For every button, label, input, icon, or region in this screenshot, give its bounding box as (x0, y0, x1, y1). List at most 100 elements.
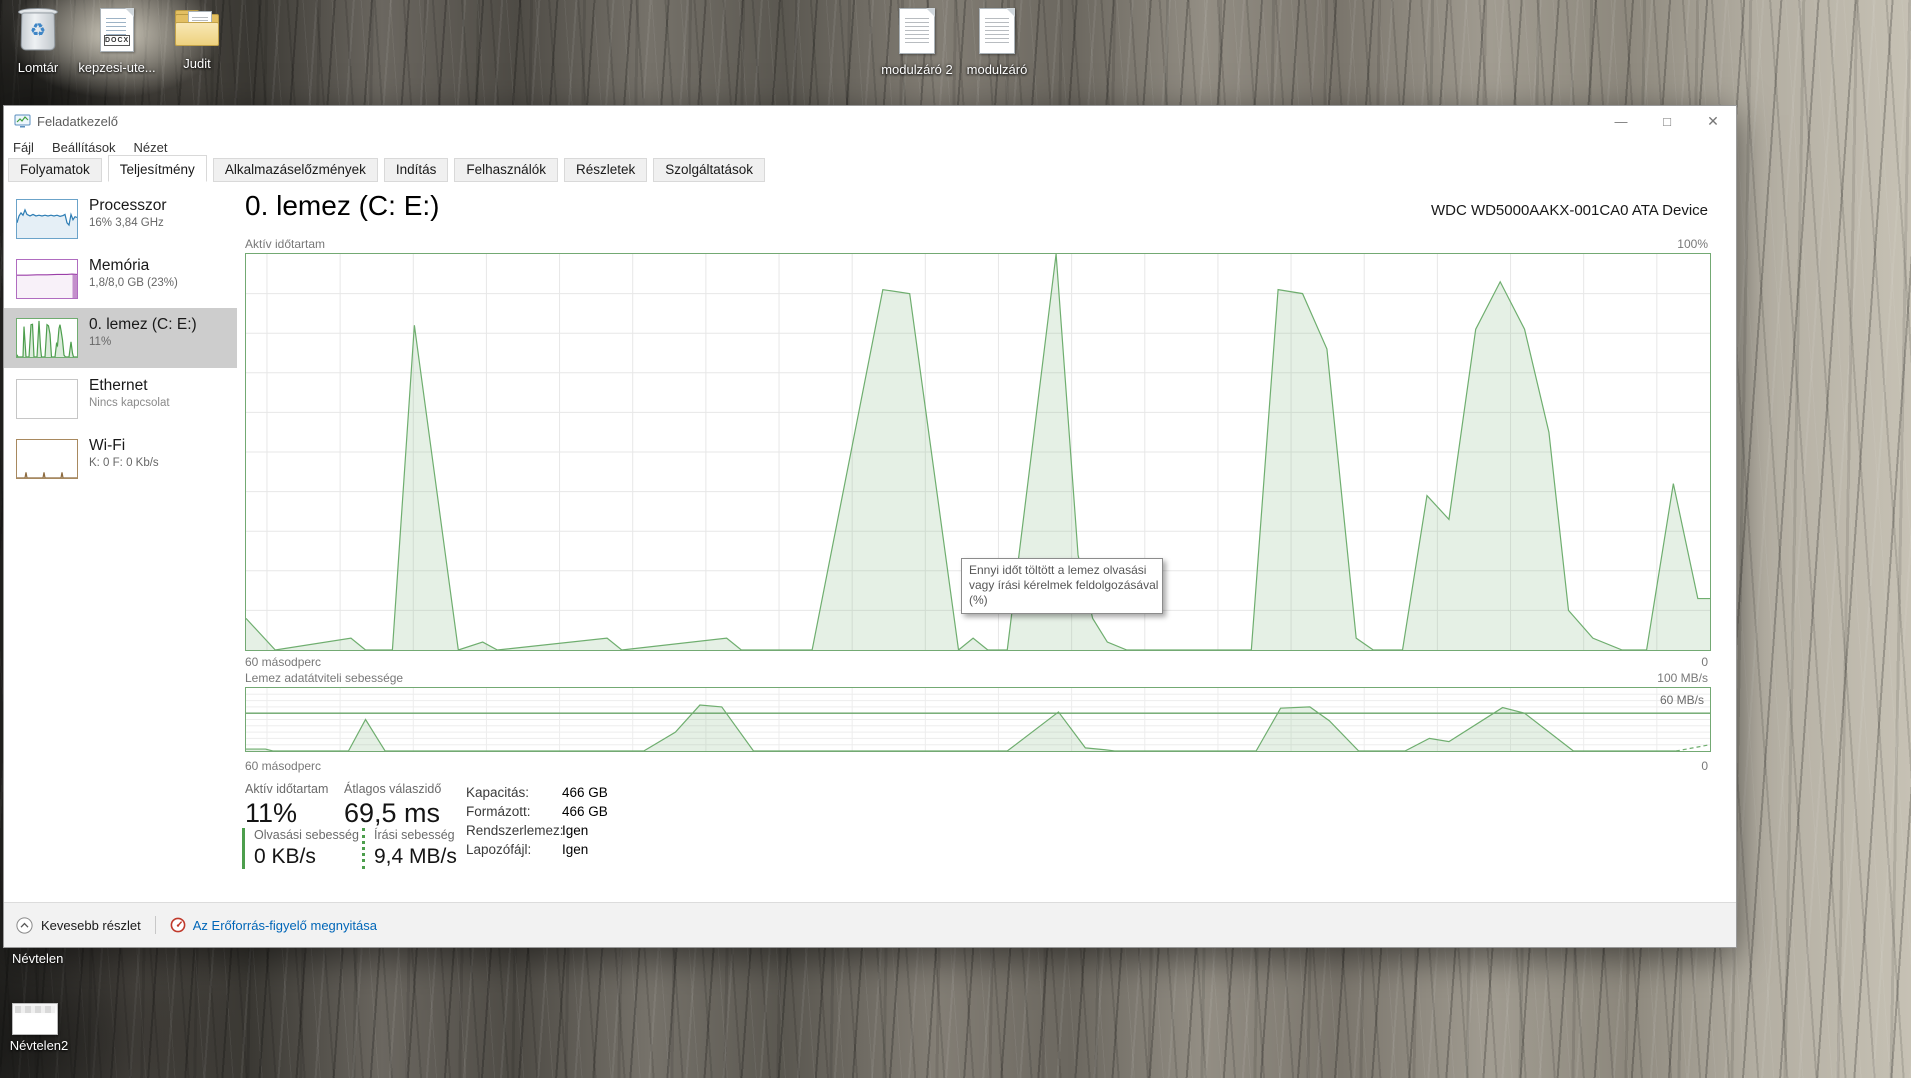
desktop-icon-label: modulzáró (966, 62, 1028, 77)
docx-badge: DOCX (104, 35, 130, 46)
footer-divider (154, 916, 156, 934)
menu-file[interactable]: Fájl (13, 140, 34, 155)
stat-value: 11% (245, 798, 298, 828)
sidebar-item-memory[interactable]: Memória 1,8/8,0 GB (23%) (4, 254, 237, 306)
disk-spark-chart (16, 318, 78, 358)
task-manager-window: Feladatkezelő — □ ✕ Fájl Beállítások Néz… (3, 105, 1737, 948)
chart2-x-right: 0 (1701, 759, 1708, 773)
desktop-icon-label-hidden[interactable]: Névtelen (12, 951, 63, 966)
memory-spark-chart (16, 259, 78, 299)
tab-processes[interactable]: Folyamatok (8, 158, 102, 182)
fewer-details-label: Kevesebb részlet (41, 917, 141, 933)
desktop-icon-folder-judit[interactable]: DOCX Judit (155, 10, 239, 71)
minimize-button[interactable]: — (1598, 106, 1644, 136)
desktop: { "desktop": { "icons": [ { "label": "Lo… (0, 0, 1911, 1078)
chart2-x-left: 60 másodperc (245, 759, 322, 773)
tab-users[interactable]: Felhasználók (454, 158, 558, 182)
maximize-button[interactable]: □ (1644, 106, 1690, 136)
stat-active-time: Aktív időtartam 11% (245, 782, 328, 829)
tab-app-history[interactable]: Alkalmazáselőzmények (212, 158, 378, 182)
fewer-details-button[interactable]: Kevesebb részlet (16, 916, 141, 934)
tab-bar: Folyamatok Teljesítmény Alkalmazáselőzmé… (8, 155, 771, 182)
menu-view[interactable]: Nézet (134, 140, 168, 155)
stat-read-speed: Olvasási sebesség 0 KB/s (242, 828, 359, 869)
chart2-label: Lemez adatátviteli sebessége (245, 671, 404, 685)
chart2-ref-label: 60 MB/s (1659, 693, 1704, 707)
kv-page-file: Lapozófájl: Igen (466, 842, 608, 857)
resource-monitor-icon (170, 917, 186, 933)
recycle-bin-icon: ♻ (17, 6, 59, 52)
tooltip-line: Ennyi időt töltött a lemez olvasási (969, 563, 1147, 577)
text-file-icon (979, 8, 1015, 54)
kv-capacity: Kapacitás: 466 GB (466, 785, 608, 800)
sidebar-item-title: Wi-Fi (89, 437, 126, 454)
chart1-label: Aktív időtartam (245, 237, 326, 251)
chart1-x-right: 0 (1701, 655, 1708, 669)
menu-options[interactable]: Beállítások (52, 140, 116, 155)
text-file-icon (899, 8, 935, 54)
transfer-rate-chart[interactable]: 60 MB/s (245, 687, 1711, 752)
desktop-icon-label: modulzáró 2 (881, 62, 953, 77)
chart-tooltip: Ennyi időt töltött a lemez olvasási vagy… (961, 558, 1163, 614)
window-title: Feladatkezelő (37, 113, 118, 129)
sidebar-item-wifi[interactable]: Wi-Fi K: 0 F: 0 Kb/s (4, 434, 237, 486)
device-name: WDC WD5000AAKX-001CA0 ATA Device (1430, 202, 1708, 219)
desktop-icon-docx[interactable]: DOCX kepzesi-ute... (75, 8, 159, 75)
image-thumbnail-icon (12, 1003, 58, 1035)
kv-value: 466 GB (562, 804, 608, 819)
kv-label: Kapacitás: (466, 785, 530, 800)
tooltip-line: (%) (969, 593, 988, 607)
sidebar-item-disk0[interactable]: 0. lemez (C: E:) 11% (4, 308, 237, 368)
disk-properties: Kapacitás: 466 GB Formázott: 466 GB Rend… (466, 785, 608, 861)
sidebar-item-subtitle: K: 0 F: 0 Kb/s (89, 457, 159, 469)
stat-value: 69,5 ms (344, 798, 441, 828)
cpu-spark-chart (16, 199, 78, 239)
kv-label: Rendszerlemez: (466, 823, 564, 838)
desktop-icon-modulzaro[interactable]: modulzáró (955, 8, 1039, 77)
kv-value: Igen (562, 823, 589, 838)
chevron-up-circle-icon (16, 916, 33, 934)
sidebar-item-title: Ethernet (89, 377, 148, 394)
stat-label: Olvasási sebesség (254, 828, 359, 842)
desktop-icon-label: Névtelen2 (9, 1038, 69, 1053)
task-manager-icon (14, 114, 31, 128)
stat-write-speed: Írási sebesség 9,4 MB/s (362, 828, 457, 869)
sidebar-item-subtitle: 11% (89, 336, 112, 348)
kv-label: Lapozófájl: (466, 842, 532, 857)
close-button[interactable]: ✕ (1690, 106, 1736, 136)
sidebar-item-ethernet[interactable]: Ethernet Nincs kapcsolat (4, 374, 237, 426)
desktop-icon-label: Judit (183, 56, 211, 71)
desktop-icon-nevtelen2[interactable]: Névtelen2 (4, 1003, 74, 1053)
titlebar[interactable]: Feladatkezelő — □ ✕ (4, 106, 1736, 136)
sidebar-item-subtitle: 16% 3,84 GHz (89, 217, 164, 229)
footer-bar: Kevesebb részlet Az Erőforrás-figyelő me… (4, 902, 1736, 947)
page-title: 0. lemez (C: E:) (245, 190, 440, 221)
folder-icon: DOCX (175, 10, 219, 48)
tab-details[interactable]: Részletek (563, 158, 648, 182)
tab-startup[interactable]: Indítás (383, 158, 449, 182)
kv-value: 466 GB (562, 785, 608, 800)
chart2-max-label: 100 MB/s (1657, 671, 1708, 685)
sidebar-item-cpu[interactable]: Processzor 16% 3,84 GHz (4, 194, 237, 246)
sidebar-item-title: Memória (89, 257, 150, 274)
open-resource-monitor-label: Az Erőforrás-figyelő megnyitása (192, 917, 377, 933)
stat-avg-response: Átlagos válaszidő 69,5 ms (344, 782, 441, 829)
docx-file-icon: DOCX (100, 8, 134, 52)
sidebar-item-subtitle: Nincs kapcsolat (89, 397, 170, 409)
stat-value: 0 KB/s (254, 845, 316, 868)
stat-label: Írási sebesség (374, 828, 455, 842)
open-resource-monitor-link[interactable]: Az Erőforrás-figyelő megnyitása (170, 917, 377, 933)
stat-label: Aktív időtartam (245, 782, 329, 796)
stat-label: Átlagos válaszidő (344, 782, 442, 796)
tab-services[interactable]: Szolgáltatások (653, 158, 766, 182)
sidebar-item-title: Processzor (89, 197, 167, 214)
desktop-icon-label: kepzesi-ute... (78, 60, 156, 75)
stat-value: 9,4 MB/s (374, 845, 457, 868)
desktop-icon-recycle-bin[interactable]: ♻ Lomtár (0, 6, 80, 75)
ethernet-spark-chart (16, 379, 78, 419)
tooltip-line: vagy írási kérelmek feldolgozásával (969, 578, 1159, 592)
desktop-icon-modulzaro2[interactable]: modulzáró 2 (875, 8, 959, 77)
performance-sidebar: Processzor 16% 3,84 GHz Memória 1,8/8,0 … (4, 184, 237, 902)
tab-performance[interactable]: Teljesítmény (107, 155, 207, 182)
kv-system-disk: Rendszerlemez: Igen (466, 823, 608, 838)
